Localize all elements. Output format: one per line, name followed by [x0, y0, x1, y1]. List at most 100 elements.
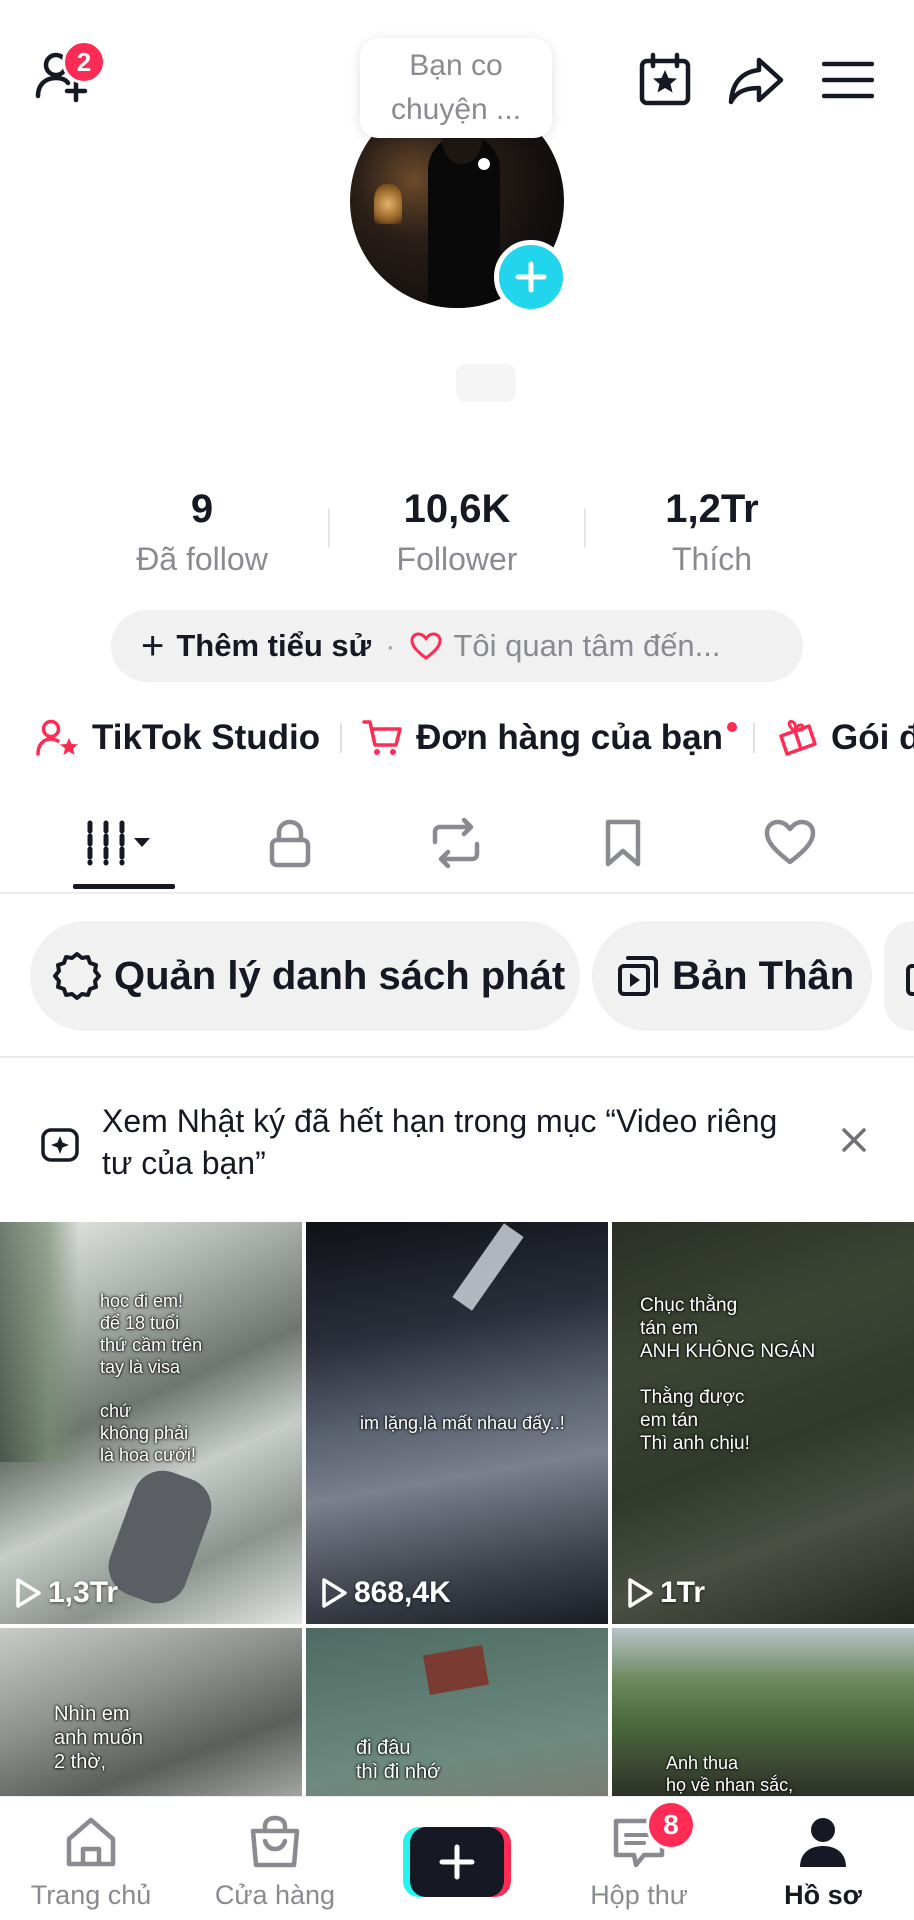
following-count: 9 [190, 487, 214, 531]
inbox-badge: 8 [646, 1800, 696, 1850]
stat-likes[interactable]: 1,2Tr Thích [612, 485, 812, 581]
video-thumbnail-object [422, 1645, 490, 1695]
create-button[interactable] [403, 1827, 511, 1897]
nav-home[interactable]: Trang chủ [16, 1815, 166, 1912]
video-caption: Chục thằng tán em ANH KHÔNG NGÁN Thằng đ… [640, 1295, 816, 1454]
links-divider [753, 723, 756, 753]
tiktok-studio-link[interactable]: TikTok Studio [36, 718, 320, 758]
playlist-label: Bản Thân [672, 953, 855, 998]
nav-shop[interactable]: Cửa hàng [200, 1815, 350, 1912]
video-views-count: 868,4K [354, 1576, 451, 1609]
tiktok-studio-label: TikTok Studio [92, 718, 321, 757]
play-outline-icon [16, 1578, 41, 1608]
friend-request-badge: 2 [62, 40, 106, 84]
shopping-bag-icon [250, 1815, 300, 1868]
calendar-star-button[interactable] [635, 50, 695, 110]
playlist-chip-ban-than[interactable]: Bản Thân [592, 921, 872, 1031]
bottom-navigation: Trang chủ Cửa hàng Hộp thư 8 Hồ sơ [0, 1796, 914, 1920]
stat-followers[interactable]: 10,6K Follower [357, 485, 557, 581]
bio-pill[interactable]: + Thêm tiểu sử · Tôi quan tâm đến... [111, 610, 803, 682]
video-views-count: 1,3Tr [48, 1576, 119, 1609]
active-tab-indicator [73, 884, 175, 889]
heart-outline-icon [409, 631, 443, 661]
avatar-add-button[interactable] [494, 240, 568, 314]
tabs-divider [0, 892, 914, 894]
hamburger-menu-icon [822, 61, 874, 99]
video-tile[interactable]: Chục thằng tán em ANH KHÔNG NGÁN Thằng đ… [612, 1222, 914, 1624]
manage-playlists-label: Quản lý danh sách phát [114, 953, 566, 998]
nav-profile-label: Hồ sơ [784, 1880, 862, 1910]
video-views-count: 1Tr [660, 1576, 706, 1609]
video-caption: đi đâu thì đi nhớ [356, 1737, 441, 1783]
plus-icon [439, 1844, 475, 1880]
person-star-icon [36, 719, 78, 756]
add-bio-label[interactable]: Thêm tiểu sử [176, 628, 371, 664]
play-outline-icon [322, 1578, 347, 1608]
bio-separator: · [385, 628, 396, 663]
video-views: 1Tr [626, 1576, 705, 1610]
tab-private[interactable] [240, 808, 340, 878]
video-tile[interactable]: Nhìn em anh muốn 2 thờ, [0, 1628, 302, 1798]
expired-diary-notice[interactable]: Xem Nhật ký đã hết hạn trong mục “Video … [0, 1060, 914, 1220]
notice-close-button[interactable] [836, 1122, 872, 1158]
package-link[interactable]: Gói đ [775, 718, 914, 758]
username-placeholder [456, 364, 516, 402]
video-tile[interactable]: im lặng,là mất nhau đấy..! 868,4K [306, 1222, 608, 1624]
nav-inbox-label: Hộp thư [590, 1880, 688, 1910]
create-button-face [410, 1827, 504, 1897]
share-button[interactable] [726, 50, 786, 110]
repost-icon [432, 818, 480, 868]
package-label: Gói đ [831, 718, 914, 757]
nav-home-label: Trang chủ [30, 1880, 152, 1910]
video-caption: học đi em! để 18 tuổi thứ cầm trên tay l… [100, 1291, 203, 1465]
video-caption: Nhìn em anh muốn 2 thờ, [54, 1703, 143, 1773]
video-tile[interactable]: học đi em! để 18 tuổi thứ cầm trên tay l… [0, 1222, 302, 1624]
following-label: Đã follow [136, 541, 268, 577]
tab-videos[interactable] [74, 808, 174, 878]
video-thumbnail-light [452, 1223, 524, 1311]
followers-count: 10,6K [403, 487, 511, 531]
stats-divider [328, 508, 330, 548]
sparkle-icon [40, 1124, 80, 1169]
share-arrow-icon [728, 57, 784, 105]
links-divider [340, 723, 343, 753]
lock-icon [269, 819, 311, 868]
menu-button[interactable] [818, 50, 878, 110]
nav-shop-label: Cửa hàng [214, 1880, 336, 1910]
video-caption: im lặng,là mất nhau đấy..! [360, 1413, 565, 1433]
cart-icon [362, 720, 402, 755]
video-views: 1,3Tr [14, 1576, 118, 1610]
grid-icon [87, 820, 150, 866]
orders-notification-dot [727, 722, 738, 732]
calendar-star-icon [639, 52, 691, 106]
video-tile[interactable]: đi đâu thì đi nhớ [306, 1628, 608, 1798]
home-icon [66, 1817, 116, 1867]
orders-label: Đơn hàng của bạn [416, 718, 724, 757]
tab-liked[interactable] [740, 808, 840, 878]
playlist-icon [906, 964, 914, 996]
gift-icon [779, 720, 817, 756]
playlist-icon [618, 956, 658, 996]
bookmark-icon [605, 819, 641, 867]
play-outline-icon [628, 1578, 653, 1608]
nav-profile[interactable]: Hồ sơ [748, 1815, 898, 1912]
note-bubble[interactable]: Bạn co chuyện ... [360, 38, 552, 138]
tab-reposts[interactable] [406, 808, 506, 878]
video-tile[interactable]: Anh thua họ về nhan sắc, [612, 1628, 914, 1798]
followers-label: Follower [396, 541, 518, 577]
chips-divider [0, 1056, 914, 1058]
orders-link[interactable]: Đơn hàng của bạn [362, 718, 738, 758]
profile-person-icon [800, 1818, 846, 1867]
add-playlist-chip[interactable] [884, 921, 914, 1031]
stat-following[interactable]: 9 Đã follow [102, 485, 302, 581]
close-icon [842, 1128, 866, 1152]
gear-icon [53, 952, 101, 1000]
tab-saved[interactable] [573, 808, 673, 878]
avatar-lamp [374, 184, 402, 224]
manage-playlists-chip[interactable]: Quản lý danh sách phát [30, 921, 580, 1031]
video-views: 868,4K [320, 1576, 451, 1610]
plus-icon [515, 261, 547, 293]
video-caption: Anh thua họ về nhan sắc, [666, 1753, 794, 1795]
avatar-dot [478, 158, 490, 170]
interest-label[interactable]: Tôi quan tâm đến... [453, 628, 720, 664]
